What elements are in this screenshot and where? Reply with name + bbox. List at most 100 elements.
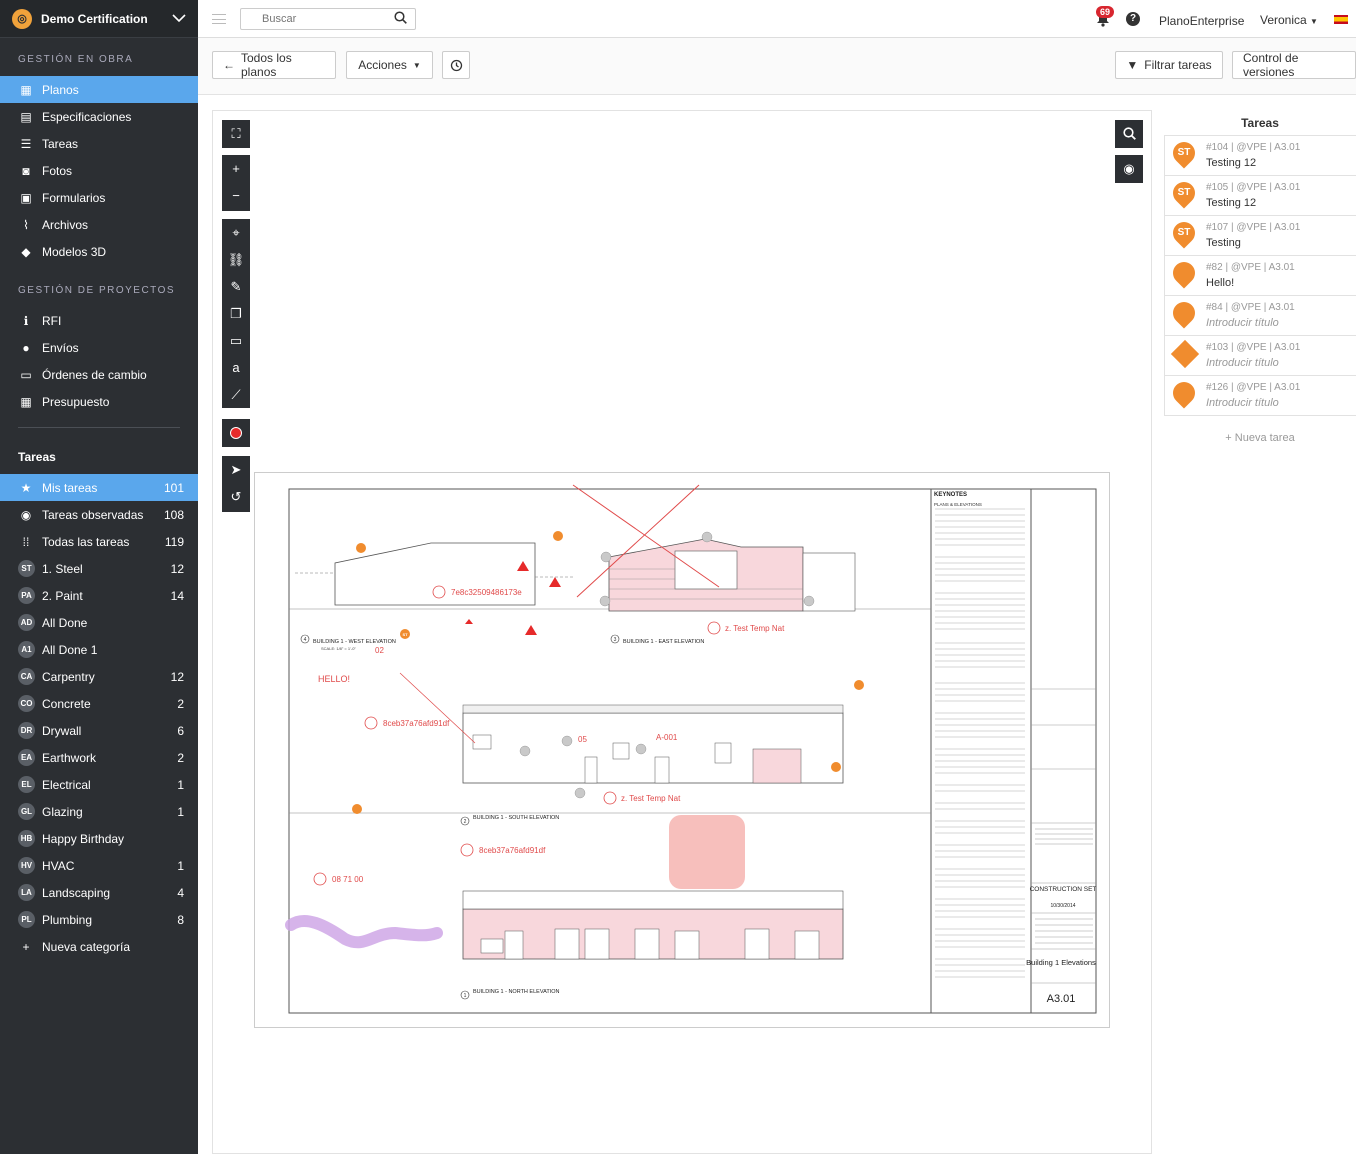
pin-icon[interactable]: ⌖ (222, 219, 250, 246)
sidebar-item-label: Nueva categoría (42, 939, 131, 954)
sidebar-item-rfi[interactable]: ℹ RFI (0, 307, 198, 334)
all-plans-button[interactable]: ← Todos los planos (212, 51, 336, 79)
sidebar-item-mis-tareas[interactable]: ★ Mis tareas 101 (0, 474, 198, 501)
task-item[interactable]: ST #105 | @VPE | A3.01 Testing 12 (1164, 176, 1356, 216)
help-icon[interactable]: ? (1126, 12, 1140, 26)
menu-icon[interactable] (212, 13, 226, 24)
code-annotation[interactable]: 08 71 00 (313, 872, 364, 886)
toolbox-icon[interactable]: ▭ (222, 327, 250, 354)
viewer-search-button[interactable] (1115, 120, 1143, 148)
section-title-proyectos: GESTIÓN DE PROYECTOS (18, 285, 176, 296)
zoom-out-icon[interactable]: − (222, 182, 250, 209)
record-button[interactable] (222, 419, 250, 447)
undo-icon[interactable]: ↺ (222, 483, 250, 510)
sidebar-item-category[interactable]: PA 2. Paint 14 (0, 582, 198, 609)
task-item[interactable]: #84 | @VPE | A3.01 Introducir título (1164, 296, 1356, 336)
zoom-in-icon[interactable]: + (222, 155, 250, 182)
category-list: ST 1. Steel 12 PA 2. Paint 14 AD All Done A1 All … (0, 555, 198, 933)
visibility-button[interactable]: ◉ (1115, 155, 1143, 183)
sidebar-item-ordenes-de-cambio[interactable]: ▭ Órdenes de cambio (0, 361, 198, 388)
sidebar-item-archivos[interactable]: ⌇ Archivos (0, 211, 198, 238)
task-pin-icon (1168, 296, 1200, 329)
search-box[interactable] (240, 8, 416, 30)
filter-tasks-label: Filtrar tareas (1144, 58, 1212, 72)
sidebar-item-especificaciones[interactable]: ▤ Especificaciones (0, 103, 198, 130)
new-category-button[interactable]: + Nueva categoría (0, 933, 198, 960)
list-icon: ☰ (20, 136, 32, 151)
annotation-a001[interactable]: A-001 (656, 733, 678, 742)
keynotes-subtitle: PLANS & ELEVATIONS (934, 502, 982, 507)
category-badge: CO (18, 695, 35, 712)
task-text: #84 | @VPE | A3.01 Introducir título (1206, 302, 1295, 329)
sidebar-item-fotos[interactable]: ◙ Fotos (0, 157, 198, 184)
sidebar-item-planos[interactable]: ▦ Planos (0, 76, 198, 103)
sidebar-item-category[interactable]: HV HVAC 1 (0, 852, 198, 879)
ruler-icon[interactable]: ⟋ (222, 381, 250, 408)
task-item[interactable]: #82 | @VPE | A3.01 Hello! (1164, 256, 1356, 296)
hash-annotation-2[interactable]: 8ceb37a76afd91df (364, 716, 450, 730)
fullscreen-button[interactable]: ⛶ (222, 120, 250, 148)
temp-annotation-2[interactable]: z. Test Temp Nat (603, 791, 681, 805)
sidebar-item-tareas-observadas[interactable]: ◉ Tareas observadas 108 (0, 501, 198, 528)
task-meta: #103 | @VPE | A3.01 (1206, 342, 1301, 353)
actions-dropdown[interactable]: Acciones ▼ (346, 51, 433, 79)
money-icon: ▭ (20, 367, 32, 382)
sidebar-item-presupuesto[interactable]: ▦ Presupuesto (0, 388, 198, 415)
sidebar-item-category[interactable]: AD All Done (0, 609, 198, 636)
hash-annotation-text: 8ceb37a76afd91df (479, 846, 546, 855)
new-task-button[interactable]: + Nueva tarea (1164, 432, 1356, 444)
cursor-icon[interactable]: ➤ (222, 456, 250, 483)
task-count: 12 (170, 561, 184, 576)
project-switcher[interactable]: ◎ Demo Certification (0, 0, 198, 38)
task-badge: ST (1177, 186, 1191, 198)
enterprise-link[interactable]: PlanoEnterprise (1159, 14, 1244, 28)
user-menu[interactable]: Veronica ▼ (1260, 13, 1318, 27)
sidebar-item-category[interactable]: GL Glazing 1 (0, 798, 198, 825)
sidebar-item-category[interactable]: HB Happy Birthday (0, 825, 198, 852)
shapes-icon[interactable]: ❐ (222, 300, 250, 327)
category-badge: ST (18, 560, 35, 577)
sidebar-item-category[interactable]: PL Plumbing 8 (0, 906, 198, 933)
task-item[interactable]: ST #107 | @VPE | A3.01 Testing (1164, 216, 1356, 256)
sidebar-item-label: HVAC (42, 858, 75, 873)
sidebar-item-category[interactable]: CA Carpentry 12 (0, 663, 198, 690)
task-item[interactable]: ST #104 | @VPE | A3.01 Testing 12 (1164, 136, 1356, 176)
hash-annotation-3[interactable]: 8ceb37a76afd91df (460, 843, 546, 857)
link-icon[interactable]: ⛓ (222, 246, 250, 273)
sidebar-item-modelos-3d[interactable]: ◆ Modelos 3D (0, 238, 198, 265)
sidebar-item-category[interactable]: LA Landscaping 4 (0, 879, 198, 906)
sidebar-item-category[interactable]: A1 All Done 1 (0, 636, 198, 663)
task-item[interactable]: #126 | @VPE | A3.01 Introducir título (1164, 376, 1356, 416)
sidebar-item-category[interactable]: EA Earthwork 2 (0, 744, 198, 771)
all-plans-label: Todos los planos (241, 51, 292, 79)
search-input[interactable] (262, 13, 382, 25)
temp-annotation-1[interactable]: z. Test Temp Nat (707, 621, 785, 635)
sidebar-item-category[interactable]: ST 1. Steel 12 (0, 555, 198, 582)
version-control-button[interactable]: Control de versiones (1232, 51, 1356, 79)
task-count: 1 (177, 777, 184, 792)
language-flag-icon[interactable] (1334, 15, 1348, 24)
text-tool-icon[interactable]: a (222, 354, 250, 381)
tasks-heading: Tareas (18, 449, 56, 464)
sidebar-item-formularios[interactable]: ▣ Formularios (0, 184, 198, 211)
task-item[interactable]: #103 | @VPE | A3.01 Introducir título (1164, 336, 1356, 376)
task-count: 108 (163, 507, 184, 522)
notifications-button[interactable]: 69 (1096, 6, 1115, 30)
filter-tasks-button[interactable]: ▼ Filtrar tareas (1115, 51, 1223, 79)
task-count: 2 (177, 696, 184, 711)
plan-sheet[interactable]: KEYNOTES PLANS & ELEVATIONS CONSTRUCTION… (254, 472, 1110, 1028)
sidebar-item-todas-las-tareas[interactable]: ⁞⁞ Todas las tareas 119 (0, 528, 198, 555)
pencil-icon[interactable]: ✎ (222, 273, 250, 300)
sidebar-item-category[interactable]: EL Electrical 1 (0, 771, 198, 798)
history-button[interactable] (442, 51, 470, 79)
sidebar-item-category[interactable]: DR Drywall 6 (0, 717, 198, 744)
sidebar-item-envios[interactable]: ● Envíos (0, 334, 198, 361)
sidebar-item-tareas[interactable]: ☰ Tareas (0, 130, 198, 157)
task-text: #107 | @VPE | A3.01 Testing (1206, 222, 1300, 249)
chevron-down-icon[interactable] (172, 12, 186, 26)
search-icon[interactable] (394, 11, 407, 27)
hello-annotation[interactable]: HELLO! (318, 674, 350, 684)
annotation-02[interactable]: 02 (375, 646, 384, 655)
annotation-05[interactable]: 05 (578, 735, 587, 744)
sidebar-item-category[interactable]: CO Concrete 2 (0, 690, 198, 717)
